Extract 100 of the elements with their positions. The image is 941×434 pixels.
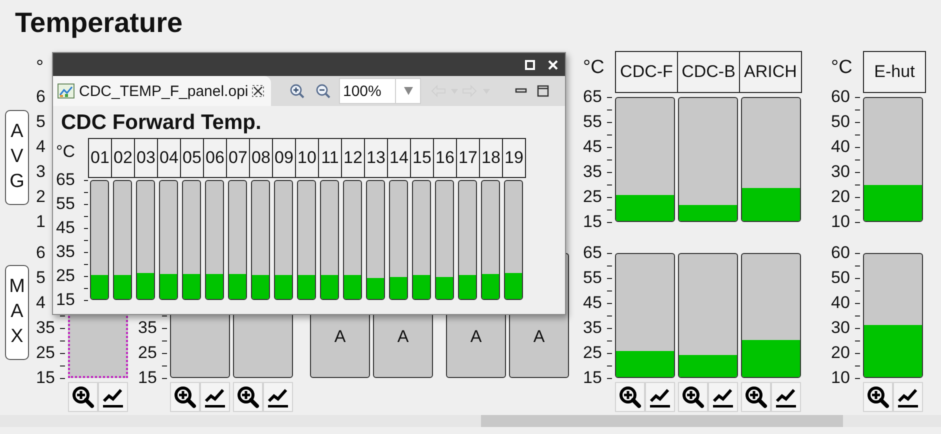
scale-label: 35 [583,318,602,338]
channel-header: 05 [180,138,204,178]
channel-header: 13 [364,138,388,178]
scale-label: 5 [36,268,46,288]
channel-header: 14 [387,138,411,178]
channel-header: 12 [341,138,365,178]
zoom-combo[interactable]: 100% [339,78,421,104]
scale-label: 5 [36,112,46,132]
page-title: Temperature [14,6,183,40]
gauge-bar[interactable] [863,97,923,222]
zoom-out-icon[interactable] [315,83,331,99]
scale-label: 4 [36,293,46,313]
scale-label: 4 [36,137,46,157]
bar-text: A [533,327,545,347]
scale-label: 20 [831,343,850,363]
zoom-in-button[interactable] [68,382,98,412]
scrollbar[interactable] [0,415,941,427]
zoom-in-button[interactable] [678,382,708,412]
close-tab-icon[interactable] [252,85,264,97]
scale-label: 60 [831,87,850,107]
scale-label: 35 [583,162,602,182]
column-header: E-hut [863,51,926,93]
column-header: ARICH [739,51,802,93]
scale-label: 15 [36,368,55,388]
unit-label: °C [583,57,604,78]
scale-label: 25 [56,266,75,286]
gauge-bar[interactable] [678,253,738,378]
scale-label: 10 [831,212,850,232]
gauge-bar[interactable] [863,253,923,378]
scale-label: 20 [831,187,850,207]
gauge-bar[interactable] [741,253,801,378]
scale-label: 25 [583,187,602,207]
trend-button[interactable] [200,382,230,412]
trend-button[interactable] [771,382,801,412]
channel-header: 16 [433,138,457,178]
channel-header: 17 [456,138,480,178]
caret-icon [404,87,412,95]
scrollbar-thumb[interactable] [481,415,843,427]
chart-icon [57,82,75,100]
gauge-bar[interactable] [615,253,675,378]
zoom-in-button[interactable] [863,382,893,412]
trend-button[interactable] [645,382,675,412]
channel-header: 15 [410,138,434,178]
zoom-in-icon[interactable] [289,83,305,99]
channel-header: 02 [111,138,135,178]
zoom-in-button[interactable] [233,382,263,412]
scale-label: 25 [583,343,602,363]
bar-text: A [334,327,346,347]
scale-label: 2 [36,187,46,207]
zoom-in-button[interactable] [615,382,645,412]
unit-label: °C [56,142,76,161]
mode-button[interactable]: MAX [5,265,29,360]
maximize-icon[interactable] [537,85,549,97]
scale-label: 1 [36,212,46,232]
scale-label: 45 [56,218,75,238]
channel-header: 06 [203,138,227,178]
scale-label: 50 [831,268,850,288]
unit-label: °C [831,57,852,78]
gauge-bar[interactable] [615,97,675,222]
trend-button[interactable] [263,382,293,412]
column-header: CDC-F [615,51,678,93]
scale-label: 15 [583,368,602,388]
trend-button[interactable] [98,382,128,412]
unit-label: ° [36,57,44,78]
close-icon[interactable] [547,58,559,70]
zoom-in-button[interactable] [741,382,771,412]
scale-label: 55 [583,268,602,288]
file-tab[interactable]: CDC_TEMP_F_panel.opi [53,76,271,106]
scale-label: 40 [831,293,850,313]
channel-header: 01 [88,138,112,178]
scale-label: 25 [138,343,157,363]
scale-label: 55 [56,194,75,214]
trend-button[interactable] [708,382,738,412]
scale-label: 30 [831,318,850,338]
channel-header: 11 [318,138,342,178]
scale-label: 35 [56,242,75,262]
mode-button[interactable]: AVG [5,110,29,205]
scale-label: 15 [56,290,75,310]
gauge-bar[interactable] [741,97,801,222]
zoom-in-button[interactable] [170,382,200,412]
scale-label: 55 [583,112,602,132]
scale-label: 60 [831,243,850,263]
trend-button[interactable] [893,382,923,412]
scale-label: 6 [36,87,46,107]
scale-label: 45 [583,293,602,313]
channel-header: 03 [134,138,158,178]
channel-header: 18 [479,138,503,178]
scale-label: 65 [56,170,75,190]
scale-label: 10 [831,368,850,388]
gauge-bar[interactable] [678,97,738,222]
scale-label: 40 [831,137,850,157]
panel-heading: CDC Forward Temp. [61,111,262,135]
scale-label: 35 [36,318,55,338]
scale-label: 3 [36,162,46,182]
scale-label: 45 [583,137,602,157]
scale-label: 50 [831,112,850,132]
channel-header: 08 [249,138,273,178]
channel-header: 19 [502,138,526,178]
channel-header: 07 [226,138,250,178]
restore-icon[interactable] [525,60,535,70]
